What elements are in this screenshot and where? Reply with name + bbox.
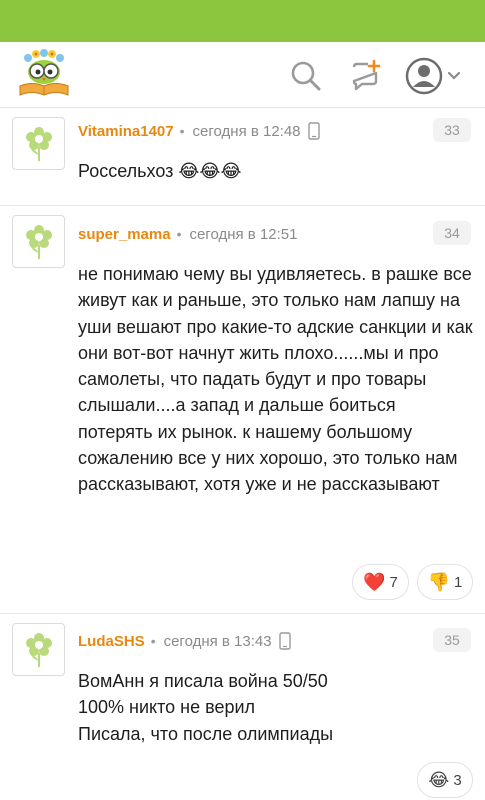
comment-author[interactable]: super_mama xyxy=(78,226,171,243)
new-message-icon xyxy=(352,59,381,91)
comment-line: Писала, что после олимпиады xyxy=(78,723,334,744)
comment-text: Россельхоз 😂😂😂 xyxy=(78,161,242,181)
comment-meta: super_mama • сегодня в 12:51 xyxy=(78,224,297,244)
reaction-count: 3 xyxy=(453,771,462,789)
comment-meta: Vitamina1407 • сегодня в 12:48 xyxy=(78,121,320,141)
dislike-reaction-button[interactable]: 👎 1 xyxy=(417,564,473,600)
avatar[interactable] xyxy=(12,215,65,268)
status-bar xyxy=(0,0,485,42)
comment-number: 34 xyxy=(433,221,471,245)
comment-time: сегодня в 12:51 xyxy=(189,225,298,243)
comment-item: LudaSHS • сегодня в 13:43 35 ВомАнн я пи… xyxy=(0,614,485,800)
phone-icon xyxy=(278,632,291,650)
comment-line: 100% никто не верил xyxy=(78,697,256,718)
comment-number: 35 xyxy=(433,628,471,652)
comment-text: ВомАнн я писала война 50/50 100% никто н… xyxy=(78,668,473,747)
laugh-reaction-button[interactable]: 😂 3 xyxy=(417,762,473,798)
comment-number: 33 xyxy=(433,118,471,142)
flower-avatar-icon xyxy=(25,632,52,667)
separator-dot: • xyxy=(176,226,182,242)
search-button[interactable] xyxy=(286,56,326,96)
comment-item: Vitamina1407 • сегодня в 12:48 33 Россел… xyxy=(0,108,485,206)
search-icon xyxy=(291,61,321,91)
reaction-count: 1 xyxy=(454,573,463,591)
reaction-count: 7 xyxy=(389,573,398,591)
profile-menu-button[interactable] xyxy=(400,56,466,96)
comment-author[interactable]: LudaSHS xyxy=(78,633,145,650)
app-header xyxy=(0,42,485,108)
comment-line: ВомАнн я писала война 50/50 xyxy=(78,671,328,691)
separator-dot: • xyxy=(150,633,156,649)
user-avatar-icon xyxy=(405,57,443,95)
owl-on-books-logo[interactable] xyxy=(14,48,74,100)
like-reaction-button[interactable]: ❤️ 7 xyxy=(352,564,409,600)
comment-meta: LudaSHS • сегодня в 13:43 xyxy=(78,631,291,651)
comment-item: super_mama • сегодня в 12:51 34 не поним… xyxy=(0,206,485,614)
phone-icon xyxy=(307,122,320,140)
comment-time: сегодня в 12:48 xyxy=(192,122,301,140)
flower-avatar-icon xyxy=(25,224,52,259)
comment-time: сегодня в 13:43 xyxy=(163,632,272,650)
avatar[interactable] xyxy=(12,117,65,170)
separator-dot: • xyxy=(179,123,185,139)
thumbs-down-icon: 👎 xyxy=(427,571,451,592)
laughing-emoji-icon: 😂 xyxy=(428,769,450,790)
flower-avatar-icon xyxy=(25,126,52,161)
chevron-down-icon xyxy=(447,71,461,80)
comment-text: не понимаю чему вы удивляетесь. в рашке … xyxy=(78,264,473,495)
avatar[interactable] xyxy=(12,623,65,676)
new-message-button[interactable] xyxy=(345,56,385,96)
comment-author[interactable]: Vitamina1407 xyxy=(78,123,174,140)
heart-icon: ❤️ xyxy=(363,571,386,592)
